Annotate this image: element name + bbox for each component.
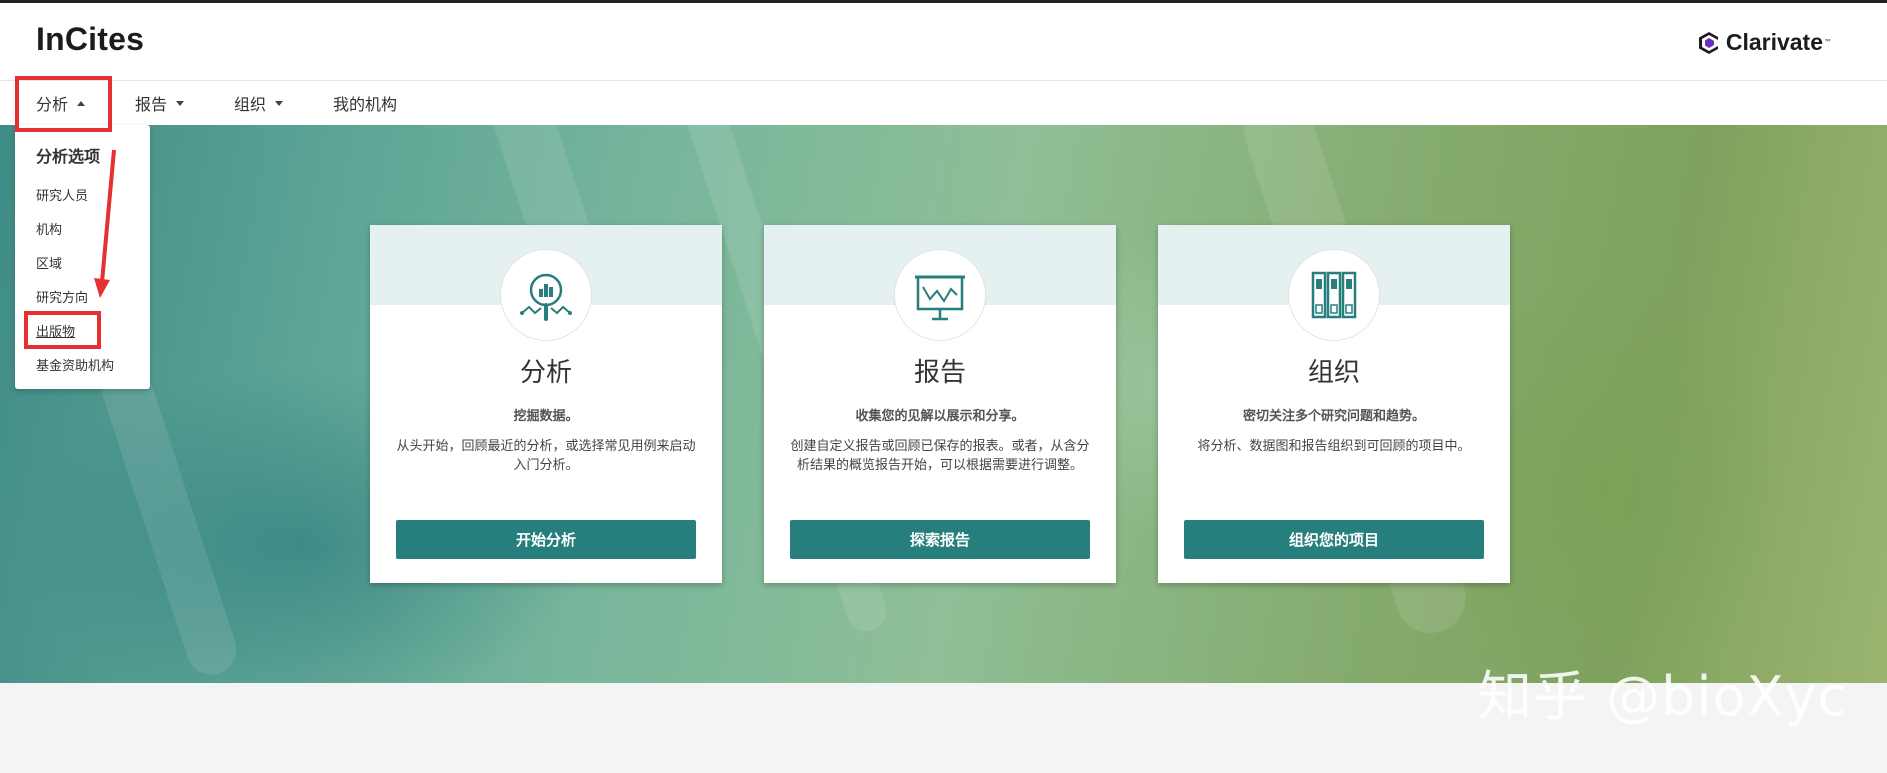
dropdown-item-research-areas[interactable]: 研究方向: [36, 287, 88, 306]
card-title: 分析: [519, 358, 572, 388]
binders-icon: [1311, 271, 1357, 319]
magnifier-chart-icon: [520, 273, 572, 321]
nav-item-analysis[interactable]: 分析: [36, 81, 86, 125]
nav-item-organize[interactable]: 组织: [234, 81, 284, 125]
dropdown-item-researchers[interactable]: 研究人员: [36, 185, 88, 204]
nav-item-label: 我的机构: [333, 95, 398, 114]
card-title: 组织: [1307, 358, 1360, 388]
nav-item-reports[interactable]: 报告: [135, 81, 185, 125]
dropdown-item-publications[interactable]: 出版物: [36, 321, 75, 340]
caret-down-icon: [275, 100, 284, 106]
organize-projects-button[interactable]: 组织您的项目: [1184, 520, 1484, 559]
start-analysis-button[interactable]: 开始分析: [396, 520, 696, 559]
dropdown-item-organizations[interactable]: 机构: [36, 219, 62, 238]
caret-up-icon: [77, 100, 86, 106]
nav-item-label: 组织: [234, 95, 267, 114]
card-description: 将分析、数据图和报告组织到可回顾的项目中。: [1197, 439, 1471, 454]
card-title: 报告: [913, 358, 966, 388]
dropdown-header: 分析选项: [36, 147, 101, 166]
explore-reports-button[interactable]: 探索报告: [790, 520, 1090, 559]
brand-name: Clarivate: [1725, 29, 1823, 55]
presentation-board-icon: [915, 275, 965, 321]
analysis-dropdown-menu: 分析选项 研究人员 机构 区域 研究方向 出版物 基金资助机构: [15, 125, 150, 389]
card-organize: 组织 密切关注多个研究问题和趋势。 将分析、数据图和报告组织到可回顾的项目中。 …: [1158, 225, 1510, 583]
clarivate-logo-icon: [1698, 31, 1718, 54]
watermark: 知乎 @bioXyc: [1478, 665, 1849, 728]
card-icon-container: [1289, 250, 1379, 340]
nav-item-label: 分析: [36, 95, 69, 114]
nav-item-my-organization[interactable]: 我的机构: [333, 81, 397, 125]
dropdown-item-funding-agencies[interactable]: 基金资助机构: [36, 355, 114, 374]
caret-down-icon: [176, 100, 185, 106]
card-icon-container: [501, 250, 591, 340]
card-description: 创建自定义报告或回顾已保存的报表。或者，从含分析结果的概览报告开始，可以根据需要…: [790, 439, 1090, 473]
app-title[interactable]: InCites: [36, 21, 144, 58]
card-tagline: 密切关注多个研究问题和趋势。: [1242, 409, 1425, 424]
card-tagline: 挖掘数据。: [513, 409, 579, 424]
card-description: 从头开始，回顾最近的分析，或选择常见用例来启动入门分析。: [396, 439, 696, 473]
main-nav: 分析 报告 组织 我的机构: [0, 81, 1887, 125]
card-reports: 报告 收集您的见解以展示和分享。 创建自定义报告或回顾已保存的报表。或者，从含分…: [764, 225, 1116, 583]
card-analysis: 分析 挖掘数据。 从头开始，回顾最近的分析，或选择常见用例来启动入门分析。 开始…: [370, 225, 722, 583]
brand-logo: Clarivate ™: [1698, 29, 1832, 56]
dropdown-item-regions[interactable]: 区域: [36, 253, 62, 272]
nav-item-label: 报告: [135, 95, 168, 114]
card-tagline: 收集您的见解以展示和分享。: [855, 409, 1025, 424]
card-icon-container: [895, 250, 985, 340]
brand-trademark: ™: [1824, 38, 1832, 47]
app-header: InCites Clarivate ™: [0, 3, 1887, 81]
